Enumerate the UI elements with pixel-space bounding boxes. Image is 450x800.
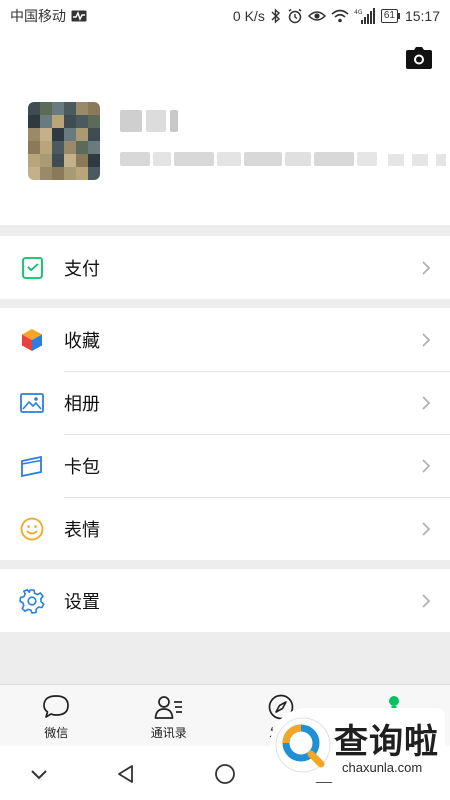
avatar-pixel [52, 102, 64, 115]
back-triangle-icon[interactable] [114, 762, 138, 786]
eye-icon [307, 10, 326, 22]
activity-icon [71, 10, 87, 22]
avatar-pixel [28, 167, 40, 180]
avatar-pixel [40, 154, 52, 167]
wechat-id-blurred [120, 152, 377, 166]
avatar-pixel [88, 102, 100, 115]
avatar-pixel [64, 167, 76, 180]
avatar-pixel [64, 115, 76, 128]
signal-icon: 4G [354, 8, 376, 24]
camera-button[interactable] [406, 47, 432, 69]
avatar-pixel [28, 128, 40, 141]
chat-icon [41, 693, 71, 721]
status-right: 0 K/s 4G 61 15:17 [233, 8, 440, 24]
avatar-pixel [88, 167, 100, 180]
contacts-icon [154, 693, 184, 721]
avatar[interactable] [28, 102, 100, 180]
avatar-pixel [40, 115, 52, 128]
menu-label-favorites: 收藏 [64, 330, 100, 351]
network-speed: 0 K/s [232, 8, 265, 24]
avatar-pixel [88, 154, 100, 167]
avatar-pixel [64, 154, 76, 167]
network-type: 4G [354, 9, 363, 16]
menu-label-pay: 支付 [64, 258, 100, 279]
avatar-pixel [52, 128, 64, 141]
avatar-pixel [76, 167, 88, 180]
bluetooth-icon [270, 8, 282, 24]
menu-label-stickers: 表情 [64, 519, 100, 540]
avatar-pixel [76, 141, 88, 154]
tab-contacts[interactable]: 通讯录 [113, 685, 226, 746]
cube-icon [19, 327, 45, 353]
avatar-pixel [28, 141, 40, 154]
avatar-pixel [76, 154, 88, 167]
profile-header[interactable] [0, 32, 450, 225]
avatar-pixel [64, 141, 76, 154]
status-bar: 中国移动 0 K/s 4G 61 15:17 [0, 0, 450, 32]
wallet-icon [19, 255, 45, 281]
wifi-icon [331, 9, 349, 23]
avatar-pixel [52, 167, 64, 180]
nickname-blurred [120, 110, 178, 132]
tab-label-contacts: 通讯录 [150, 726, 187, 740]
camera-icon [406, 47, 432, 69]
tab-label-chats: 微信 [44, 726, 69, 740]
battery-indicator: 61 [380, 9, 400, 23]
chevron-right-icon [422, 332, 431, 347]
menu-label-cards: 卡包 [64, 456, 100, 477]
avatar-pixel [88, 141, 100, 154]
chevron-right-icon [422, 395, 431, 410]
alarm-icon [287, 8, 303, 24]
chevron-right-icon [422, 593, 431, 608]
chevron-down-icon[interactable] [27, 762, 51, 786]
avatar-pixel [40, 128, 52, 141]
avatar-pixel [40, 141, 52, 154]
tab-chats[interactable]: 微信 [0, 685, 113, 746]
menu-item-favorites[interactable]: 收藏 [0, 308, 450, 371]
carrier-name: 中国移动 [10, 8, 66, 24]
smile-icon [19, 516, 45, 542]
menu-item-cards[interactable]: 卡包 [0, 434, 450, 497]
avatar-pixel [88, 115, 100, 128]
watermark-domain: chaxunla.com [342, 760, 423, 775]
menu-item-album[interactable]: 相册 [0, 371, 450, 434]
avatar-pixel [28, 154, 40, 167]
menu-item-settings[interactable]: 设置 [0, 569, 450, 632]
menu-group-settings: 设置 [0, 569, 450, 632]
avatar-pixel [76, 115, 88, 128]
watermark-badge: 查询啦 chaxunla.com [270, 708, 445, 782]
magnifier-logo-icon [275, 717, 331, 773]
watermark-brand: 查询啦 [334, 722, 439, 762]
chevron-right-icon [422, 521, 431, 536]
menu-item-pay[interactable]: 支付 [0, 236, 450, 299]
avatar-pixel [76, 102, 88, 115]
avatar-pixel [64, 128, 76, 141]
avatar-pixel [64, 102, 76, 115]
avatar-pixel [28, 102, 40, 115]
chevron-right-icon [422, 458, 431, 473]
avatar-pixel [40, 167, 52, 180]
avatar-pixel [40, 102, 52, 115]
menu-label-album: 相册 [64, 393, 100, 414]
qr-code-blurred[interactable] [388, 154, 446, 166]
home-circle-icon[interactable] [213, 762, 237, 786]
avatar-pixel [52, 154, 64, 167]
menu-group-pay: 支付 [0, 236, 450, 299]
battery-level: 61 [380, 9, 398, 23]
avatar-pixel [52, 115, 64, 128]
chevron-right-icon [422, 260, 431, 275]
avatar-pixel [88, 128, 100, 141]
status-left: 中国移动 [10, 6, 87, 26]
avatar-pixel [76, 128, 88, 141]
picture-icon [19, 390, 45, 416]
battery-tip [397, 13, 400, 19]
menu-label-settings: 设置 [64, 591, 100, 612]
gear-icon [19, 588, 45, 614]
avatar-pixel [52, 141, 64, 154]
clock: 15:17 [404, 8, 440, 24]
card-icon [19, 453, 45, 479]
avatar-pixel [28, 115, 40, 128]
menu-group-main: 收藏 相册 卡包 表情 [0, 308, 450, 560]
menu-item-stickers[interactable]: 表情 [0, 497, 450, 560]
